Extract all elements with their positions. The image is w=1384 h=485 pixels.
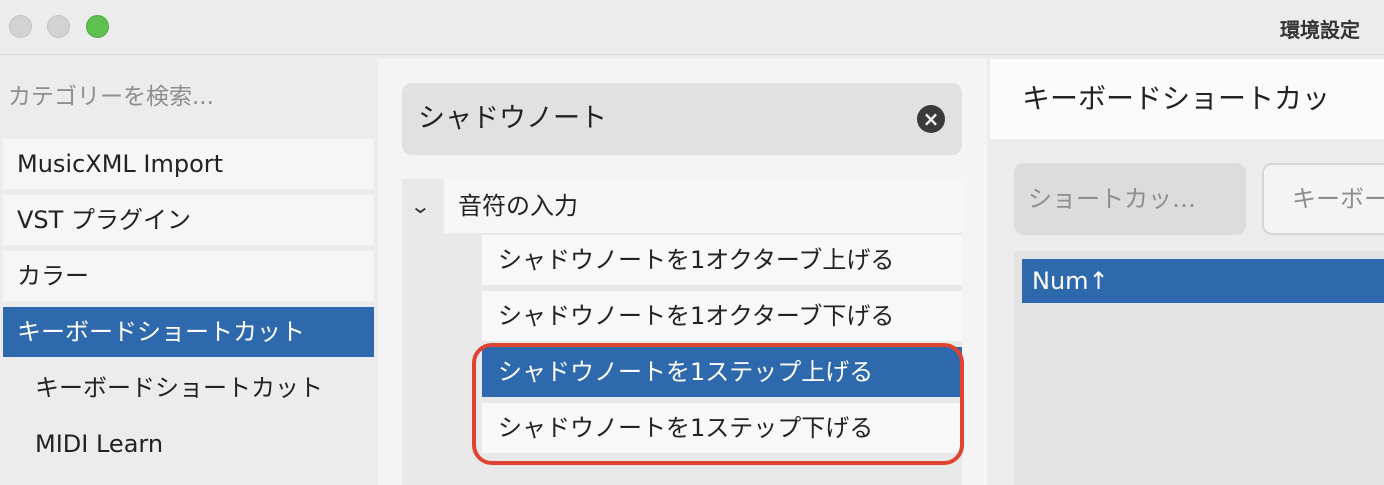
shortcut-item-selected[interactable]: Num↑ xyxy=(1022,259,1384,303)
category-subitem-keyboard-shortcuts[interactable]: キーボードショートカット xyxy=(35,363,323,413)
command-search-field[interactable]: シャドウノート × xyxy=(402,83,962,155)
highlight-annotation xyxy=(472,343,964,465)
close-window-button[interactable] xyxy=(9,15,32,38)
command-group-label: 音符の入力 xyxy=(458,192,578,220)
command-item[interactable]: シャドウノートを1オクターブ下げる xyxy=(482,291,962,341)
category-subitem-midi-learn[interactable]: MIDI Learn xyxy=(35,419,163,469)
category-item-musicxml-import[interactable]: MusicXML Import xyxy=(3,139,374,189)
title-bar: 環境設定 xyxy=(0,0,1384,55)
command-search-value[interactable]: シャドウノート xyxy=(418,83,607,155)
shortcut-panel-title: キーボードショートカッ xyxy=(1022,82,1331,115)
category-item-vst-plugins[interactable]: VST プラグイン xyxy=(3,195,374,245)
maximize-window-button[interactable] xyxy=(86,15,109,38)
tab-keyboard[interactable]: キーボー xyxy=(1262,163,1384,235)
command-group-note-input[interactable]: ⌄ 音符の入力 xyxy=(402,179,962,233)
shortcut-panel-header: キーボードショートカッ xyxy=(990,59,1384,139)
category-item-keyboard-shortcuts[interactable]: キーボードショートカット xyxy=(3,307,374,357)
category-search-input[interactable]: カテゴリーを検索... xyxy=(8,79,368,115)
category-sidebar: カテゴリーを検索... MusicXML Import VST プラグイン カラ… xyxy=(0,55,375,485)
clear-search-icon[interactable]: × xyxy=(917,105,945,133)
window-title: 環境設定 xyxy=(1280,18,1360,42)
minimize-window-button[interactable] xyxy=(47,15,70,38)
tab-shortcuts[interactable]: ショートカッ… xyxy=(1014,163,1246,235)
shortcut-list: Num↑ xyxy=(1014,251,1384,485)
shortcut-panel: キーボードショートカッ ショートカッ… キーボー Num↑ xyxy=(990,59,1384,485)
command-item[interactable]: シャドウノートを1オクターブ上げる xyxy=(482,235,962,285)
category-item-colors[interactable]: カラー xyxy=(3,251,374,301)
chevron-down-icon[interactable]: ⌄ xyxy=(409,194,431,218)
